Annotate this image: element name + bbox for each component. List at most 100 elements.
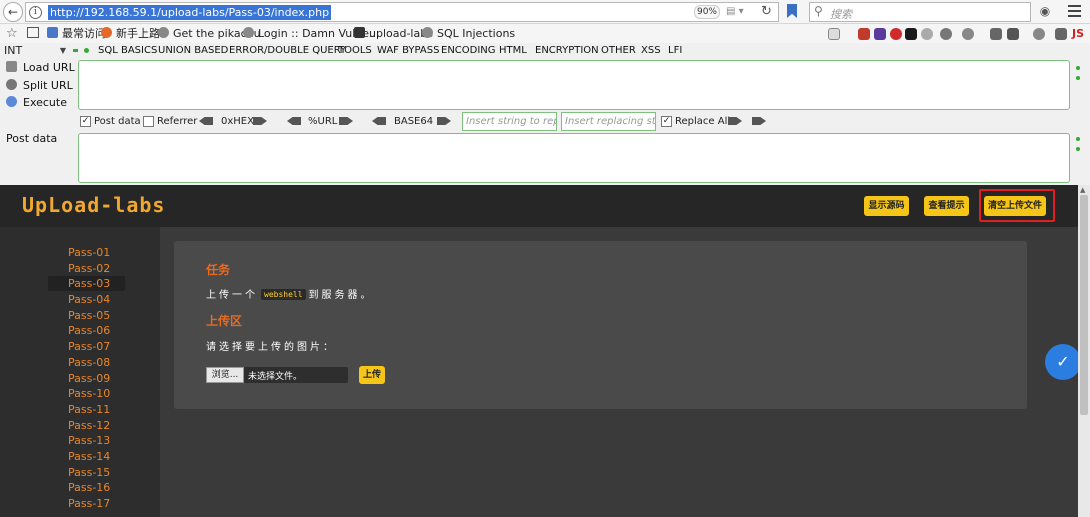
menu-waf-bypass[interactable]: WAF BYPASS: [377, 44, 439, 57]
sidebar-item-pass-09[interactable]: Pass-09: [48, 371, 125, 386]
browser-window: { "browser": { "url": "http://192.168.59…: [0, 0, 1090, 517]
base64-encode-icon[interactable]: [437, 117, 451, 125]
menu-lfi[interactable]: LFI: [668, 44, 682, 57]
floating-assistant-icon[interactable]: ✓: [1045, 344, 1081, 380]
task-description: 上传一个 webshell 到服务器。: [206, 289, 374, 301]
post-data-textarea[interactable]: [78, 133, 1070, 183]
show-source-button[interactable]: 显示源码: [864, 196, 909, 216]
info-icon[interactable]: i: [29, 6, 42, 19]
js-icon[interactable]: JS: [1072, 27, 1084, 40]
reload-icon[interactable]: ↻: [761, 4, 772, 19]
url-bar[interactable]: i http://192.168.59.1/upload-labs/Pass-0…: [25, 2, 779, 22]
menu-other[interactable]: OTHER: [601, 44, 636, 57]
url-decode-icon[interactable]: [287, 117, 301, 125]
sidebar-item-pass-01[interactable]: Pass-01: [48, 245, 125, 260]
sidebar-item-pass-10[interactable]: Pass-10: [48, 386, 125, 401]
hex-label: 0xHEX: [221, 116, 254, 127]
url-textarea[interactable]: [78, 60, 1070, 110]
replace-apply-icon[interactable]: [728, 117, 742, 125]
extension-icon[interactable]: [940, 28, 952, 40]
home-icon[interactable]: [1055, 28, 1067, 40]
decrease-icon[interactable]: [73, 49, 78, 52]
extension-icon[interactable]: [921, 28, 933, 40]
replace-apply-all-icon[interactable]: [752, 117, 766, 125]
execute-button[interactable]: Execute: [6, 96, 67, 110]
page-scrollbar[interactable]: ▲: [1078, 185, 1090, 517]
sidebar-item-pass-15[interactable]: Pass-15: [48, 465, 125, 480]
page-actions-icon[interactable]: ▤ ▾: [726, 6, 744, 17]
search-input[interactable]: ⚲ 搜索: [809, 2, 1031, 22]
replace-with-input[interactable]: Insert replacing string: [561, 112, 656, 131]
scrollbar-thumb[interactable]: [1080, 195, 1088, 415]
bookmark-item[interactable]: 最常访问: [47, 27, 106, 40]
load-url-icon: [6, 61, 17, 72]
extension-icon[interactable]: [962, 28, 974, 40]
shield-icon[interactable]: [905, 28, 917, 40]
bookmark-item[interactable]: SQL Injections: [422, 27, 515, 40]
sidebar-item-pass-05[interactable]: Pass-05: [48, 308, 125, 323]
sidebar-item-pass-08[interactable]: Pass-08: [48, 355, 125, 370]
bookmark-item[interactable]: 新手上路: [101, 27, 160, 40]
execute-icon: [6, 96, 17, 107]
url-encode-icon[interactable]: [339, 117, 353, 125]
menu-xss[interactable]: XSS: [641, 44, 661, 57]
sidebar-item-pass-16[interactable]: Pass-16: [48, 480, 125, 495]
extension-icon[interactable]: [990, 28, 1002, 40]
sidebar-item-pass-14[interactable]: Pass-14: [48, 449, 125, 464]
referrer-checkbox[interactable]: [143, 116, 154, 127]
bookmark-folder-icon: [47, 27, 58, 38]
extension-icon[interactable]: [858, 28, 870, 40]
menu-union-based[interactable]: UNION BASED: [158, 44, 228, 57]
show-hint-button[interactable]: 查看提示: [924, 196, 969, 216]
sidebar-item-pass-03[interactable]: Pass-03: [48, 276, 125, 291]
site-header: UpLoad-labs 显示源码 查看提示 清空上传文件: [0, 185, 1078, 227]
sidebar-item-pass-07[interactable]: Pass-07: [48, 339, 125, 354]
menu-settings-icon[interactable]: ◉: [1038, 4, 1052, 18]
download-icon[interactable]: [1007, 28, 1019, 40]
library-icon[interactable]: [27, 27, 39, 38]
post-resize-handle[interactable]: [1076, 137, 1080, 157]
upload-heading: 上传区: [206, 314, 243, 328]
extension-icon[interactable]: [828, 28, 840, 40]
menu-encryption[interactable]: ENCRYPTION: [535, 44, 599, 57]
upload-button[interactable]: 上传: [359, 366, 385, 384]
url-resize-handle[interactable]: [1076, 66, 1080, 86]
abp-icon[interactable]: [890, 28, 902, 40]
extension-icon[interactable]: [1033, 28, 1045, 40]
bookmark-star-icon[interactable]: ☆: [6, 26, 18, 41]
hex-encode-icon[interactable]: [253, 117, 267, 125]
post-data-checkbox[interactable]: ✓: [80, 116, 91, 127]
base64-decode-icon[interactable]: [372, 117, 386, 125]
sidebar-item-pass-13[interactable]: Pass-13: [48, 433, 125, 448]
sidebar-item-pass-02[interactable]: Pass-02: [48, 261, 125, 276]
menu-tools[interactable]: TOOLS: [338, 44, 372, 57]
replace-find-input[interactable]: Insert string to replace: [462, 112, 557, 131]
hackbar-type-select[interactable]: INT ▼: [4, 44, 68, 57]
url-encode-label: %URL: [308, 116, 338, 127]
menu-encoding[interactable]: ENCODING: [441, 44, 496, 57]
pocket-icon[interactable]: [787, 4, 797, 18]
increase-icon[interactable]: [84, 48, 89, 53]
menu-sql-basics[interactable]: SQL BASICS: [98, 44, 157, 57]
sidebar-item-pass-17[interactable]: Pass-17: [48, 496, 125, 511]
zoom-level[interactable]: 90%: [694, 5, 720, 19]
extension-icon[interactable]: [874, 28, 886, 40]
sidebar-item-pass-12[interactable]: Pass-12: [48, 418, 125, 433]
hex-decode-icon[interactable]: [199, 117, 213, 125]
load-url-button[interactable]: Load URL: [6, 61, 75, 75]
replace-all-checkbox[interactable]: ✓: [661, 116, 672, 127]
back-arrow-icon[interactable]: ←: [3, 2, 23, 22]
site-logo[interactable]: UpLoad-labs: [22, 193, 165, 217]
hamburger-menu-icon[interactable]: [1068, 5, 1081, 17]
split-url-button[interactable]: Split URL: [6, 79, 73, 93]
sidebar-item-pass-06[interactable]: Pass-06: [48, 323, 125, 338]
browse-button[interactable]: 浏览...: [206, 367, 244, 383]
menu-error-double-query[interactable]: ERROR/DOUBLE QUERY: [229, 44, 346, 57]
url-text[interactable]: http://192.168.59.1/upload-labs/Pass-03/…: [48, 5, 332, 20]
sidebar-item-pass-04[interactable]: Pass-04: [48, 292, 125, 307]
sidebar-item-pass-11[interactable]: Pass-11: [48, 402, 125, 417]
file-input[interactable]: 浏览... 未选择文件。: [206, 367, 348, 383]
scroll-up-icon[interactable]: ▲: [1080, 186, 1085, 194]
page-content: UpLoad-labs 显示源码 查看提示 清空上传文件 Pass-01 Pas…: [0, 185, 1078, 517]
menu-html[interactable]: HTML: [499, 44, 527, 57]
